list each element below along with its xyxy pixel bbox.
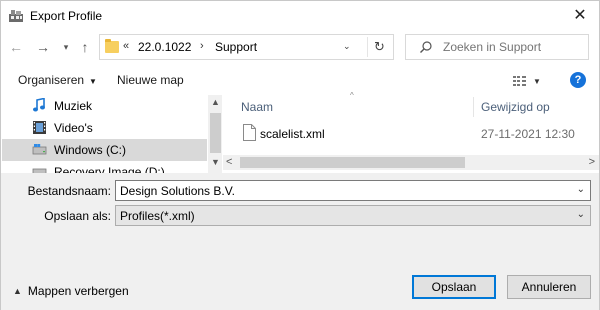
folder-icon: [105, 39, 119, 53]
nav-item-label: Video's: [54, 121, 93, 135]
save-as-type-label: Opslaan als:: [44, 209, 111, 223]
address-bar[interactable]: « 22.0.1022 › Support ⌄ ↻: [99, 34, 394, 60]
hide-folders-label: Mappen verbergen: [27, 284, 129, 298]
up-button[interactable]: ↑: [76, 37, 94, 57]
change-view-button[interactable]: ▼: [513, 72, 549, 90]
chevron-down-icon[interactable]: ⌄: [577, 184, 585, 195]
file-row[interactable]: scalelist.xml 27-11-2021 12:30: [223, 123, 599, 145]
arrow-right-icon: →: [36, 39, 50, 55]
column-header-name[interactable]: Naam: [241, 100, 273, 114]
refresh-icon: ↻: [374, 39, 385, 54]
chevron-up-icon: ▲: [13, 286, 22, 296]
search-icon: [420, 41, 432, 53]
scroll-right-icon[interactable]: >: [589, 156, 595, 168]
close-icon: ✕: [573, 7, 587, 24]
drive-icon: [32, 168, 47, 173]
column-divider[interactable]: [473, 97, 474, 117]
arrow-left-icon: ←: [9, 39, 23, 55]
horizontal-scrollbar[interactable]: < >: [223, 155, 599, 170]
filename-value[interactable]: Design Solutions B.V.: [120, 184, 235, 198]
app-icon: [9, 10, 23, 22]
breadcrumb-segment-current[interactable]: Support: [215, 40, 257, 54]
title-bar: Export Profile ✕: [1, 1, 599, 31]
nav-item-recovery-d[interactable]: Recovery Image (D:): [2, 161, 207, 173]
drive-icon: [32, 144, 47, 155]
organize-label: Organiseren: [18, 73, 85, 87]
caret-down-icon: ▼: [89, 77, 97, 86]
file-icon: [243, 124, 256, 141]
overflow-chevron-icon[interactable]: «: [123, 40, 129, 52]
nav-item-label: Recovery Image (D:): [54, 165, 165, 173]
hide-folders-toggle[interactable]: ▲ Mappen verbergen: [13, 284, 129, 298]
address-dropdown-icon[interactable]: ⌄: [343, 41, 351, 52]
chevron-down-icon: ▾: [63, 41, 69, 52]
nav-pane-scrollbar[interactable]: ▲ ▼: [208, 95, 222, 173]
search-input[interactable]: [443, 40, 583, 54]
save-options-panel: Bestandsnaam: Design Solutions B.V. ⌄ Op…: [1, 173, 599, 310]
forward-button[interactable]: →: [34, 37, 52, 57]
filename-label: Bestandsnaam:: [27, 184, 111, 198]
file-name: scalelist.xml: [260, 127, 325, 141]
scrollbar-thumb[interactable]: [210, 113, 221, 153]
nav-item-windows-c[interactable]: Windows (C:): [2, 139, 207, 161]
music-icon: [33, 98, 45, 112]
chevron-down-icon: ⌄: [576, 209, 585, 220]
cancel-button[interactable]: Annuleren: [507, 275, 591, 299]
nav-item-muziek[interactable]: Muziek: [2, 95, 207, 117]
nav-item-videos[interactable]: Video's: [2, 117, 207, 139]
help-icon: ?: [574, 74, 582, 86]
arrow-up-icon: ↑: [81, 39, 89, 55]
organize-button[interactable]: Organiseren ▼: [18, 73, 97, 87]
help-button[interactable]: ?: [570, 72, 586, 88]
breadcrumb-segment[interactable]: 22.0.1022: [138, 40, 191, 54]
search-box[interactable]: [405, 34, 589, 60]
close-button[interactable]: ✕: [567, 3, 593, 27]
details-view-icon: [513, 76, 526, 86]
breadcrumb-separator-icon[interactable]: ›: [200, 40, 204, 52]
scroll-left-icon[interactable]: <: [226, 156, 232, 168]
window-title: Export Profile: [30, 9, 103, 23]
video-icon: [33, 121, 46, 134]
view-caret-icon: ▼: [533, 76, 541, 86]
nav-item-label: Windows (C:): [54, 143, 127, 157]
save-button[interactable]: Opslaan: [412, 275, 496, 299]
column-header-modified[interactable]: Gewijzigd op: [481, 100, 550, 114]
save-as-type-select[interactable]: Profiles(*.xml) ⌄: [115, 205, 591, 226]
new-folder-button[interactable]: Nieuwe map: [117, 73, 184, 87]
scroll-down-icon[interactable]: ▼: [208, 157, 222, 169]
refresh-button[interactable]: ↻: [367, 37, 391, 57]
file-list: ^ Naam Gewijzigd op scalelist.xml 27-11-…: [223, 89, 599, 173]
sort-indicator-icon: ^: [350, 91, 354, 100]
file-modified-date: 27-11-2021 12:30: [481, 127, 575, 141]
scrollbar-thumb[interactable]: [240, 157, 465, 168]
save-as-type-value: Profiles(*.xml): [120, 209, 195, 223]
scroll-up-icon[interactable]: ▲: [208, 97, 222, 109]
nav-item-label: Muziek: [54, 99, 93, 113]
recent-locations-button[interactable]: ▾: [57, 37, 75, 57]
filename-field[interactable]: Design Solutions B.V. ⌄: [115, 180, 591, 201]
navigation-pane: Muziek Video's Windows (C:) Recovery Ima…: [2, 95, 222, 173]
back-button[interactable]: ←: [7, 37, 25, 57]
export-profile-dialog: Export Profile ✕ ← → ▾ ↑ « 22.0.1022 › S…: [0, 0, 600, 310]
